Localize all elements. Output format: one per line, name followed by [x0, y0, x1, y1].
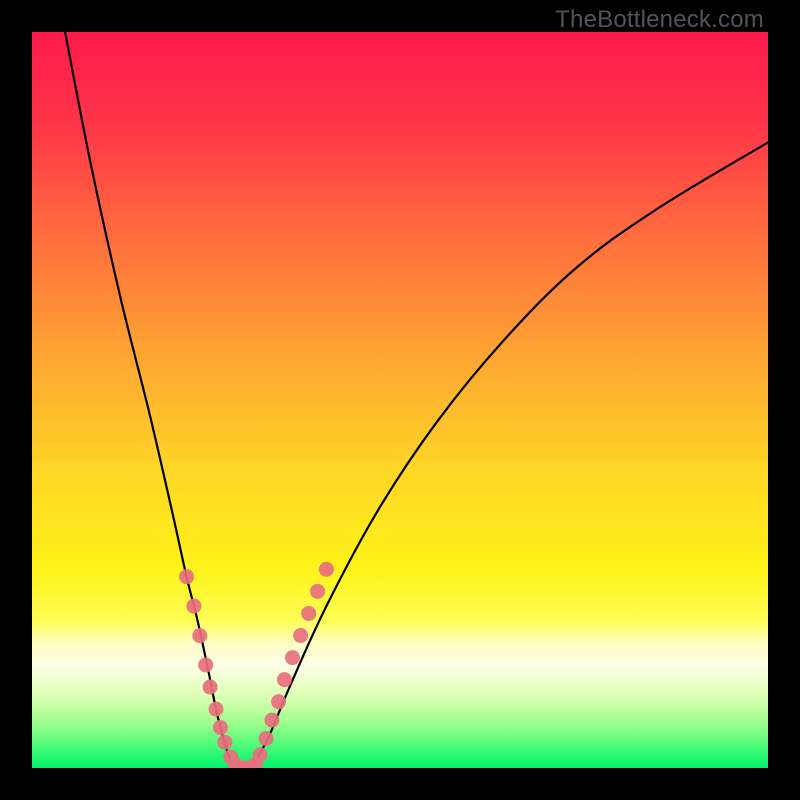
marker-point — [285, 650, 300, 665]
marker-point — [192, 628, 207, 643]
marker-point — [301, 606, 316, 621]
marker-point — [264, 713, 279, 728]
right-curve — [253, 142, 768, 768]
marker-point — [217, 735, 232, 750]
marker-point — [213, 720, 228, 735]
curves-layer — [32, 32, 768, 768]
chart-container: TheBottleneck.com — [0, 0, 800, 800]
plot-area — [32, 32, 768, 768]
marker-point — [253, 747, 268, 762]
left-curve — [65, 32, 238, 768]
marker-point — [179, 569, 194, 584]
marker-point — [271, 694, 286, 709]
marker-point — [209, 702, 224, 717]
watermark-text: TheBottleneck.com — [555, 6, 764, 34]
marker-point — [310, 584, 325, 599]
marker-point — [186, 599, 201, 614]
marker-point — [259, 731, 274, 746]
marker-point — [293, 628, 308, 643]
marker-point — [319, 562, 334, 577]
highlight-markers — [179, 562, 334, 768]
marker-point — [277, 672, 292, 687]
marker-point — [198, 657, 213, 672]
marker-point — [203, 680, 218, 695]
